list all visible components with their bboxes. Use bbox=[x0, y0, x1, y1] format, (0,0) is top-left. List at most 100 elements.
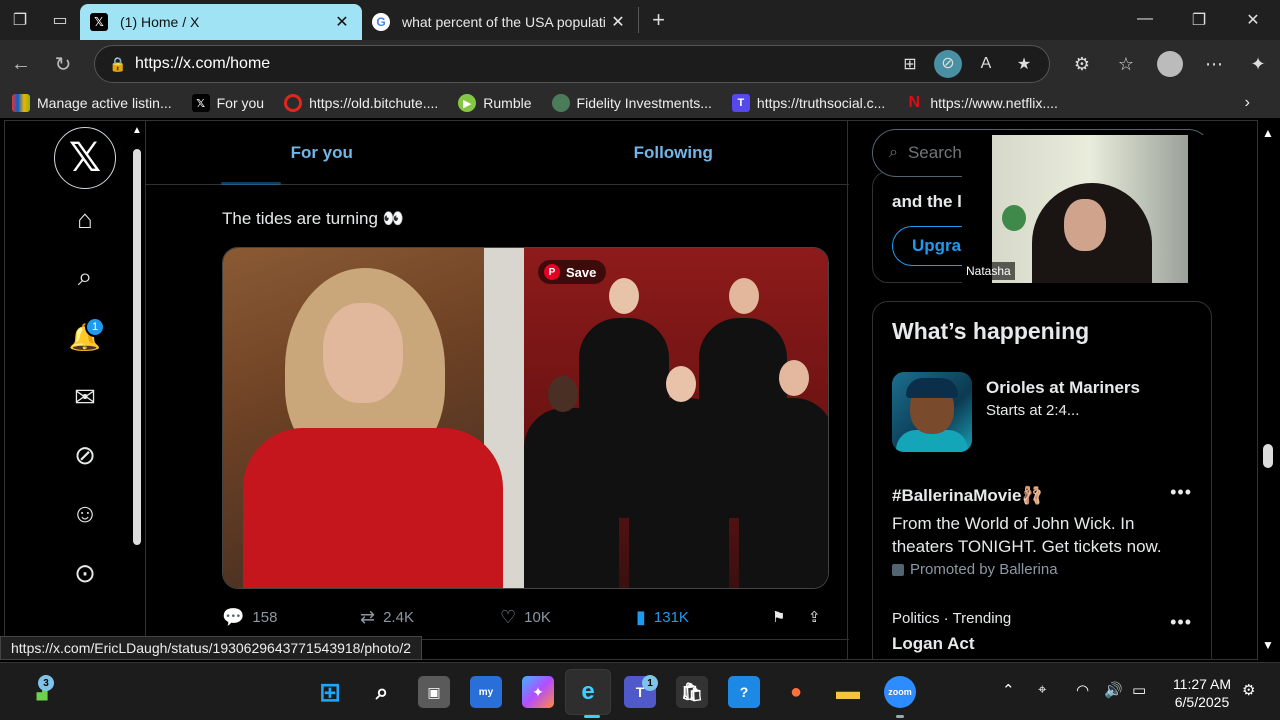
apps-icon[interactable]: ⊞ bbox=[891, 54, 929, 74]
extensions-icon[interactable]: ⚙ bbox=[1060, 54, 1104, 75]
close-tab-icon[interactable]: ✕ bbox=[332, 12, 352, 32]
tab-for-you[interactable]: For you bbox=[146, 121, 498, 185]
reply-button[interactable]: 💬 158 bbox=[222, 607, 360, 628]
bookmark-icon[interactable]: ⚑ bbox=[772, 608, 808, 626]
left-scrollbar[interactable]: ▲ bbox=[131, 121, 143, 659]
windows-taskbar: ▟ 3 ⊞ ⌕ ▣ my ✦ e T 1 🛍 ? ● ▬ zoom ⌃ ⌖ ◠ … bbox=[0, 662, 1280, 720]
scroll-thumb[interactable] bbox=[1263, 444, 1273, 468]
bookmark-label: Rumble bbox=[483, 95, 532, 111]
tab-x-home[interactable]: 𝕏 (1) Home / X ✕ bbox=[80, 4, 362, 40]
trend-subtitle: Starts at 2:4... bbox=[986, 402, 1080, 419]
like-button[interactable]: ♡ 10K bbox=[500, 607, 636, 628]
bookmark-item[interactable]: ▶ Rumble bbox=[458, 94, 532, 112]
photo-supreme-court-justices[interactable]: P Save bbox=[524, 248, 828, 588]
view-count: 131K bbox=[653, 608, 689, 626]
tab-indicator bbox=[221, 182, 281, 185]
bookmark-label: For you bbox=[216, 95, 265, 111]
bookmark-label: https://www.netflix.... bbox=[930, 95, 1058, 111]
scroll-up-arrow-icon[interactable]: ▲ bbox=[1262, 126, 1274, 140]
file-explorer-icon[interactable]: ▬ bbox=[832, 676, 864, 708]
edge-browser-icon[interactable]: e bbox=[572, 676, 604, 708]
more-options-icon[interactable]: ••• bbox=[1170, 482, 1192, 503]
search-icon[interactable]: ⌕ bbox=[366, 676, 398, 708]
battery-icon[interactable]: ▭ bbox=[1132, 681, 1146, 699]
chevron-right-icon[interactable]: › bbox=[1245, 94, 1250, 112]
close-window-icon[interactable]: ✕ bbox=[1226, 10, 1280, 30]
promo-text: From the World of John Wick. In theaters… bbox=[892, 514, 1162, 556]
bookmark-item[interactable]: T https://truthsocial.c... bbox=[731, 94, 885, 112]
favorite-star-icon[interactable]: ★ bbox=[1005, 54, 1043, 74]
wifi-icon[interactable]: ◠ bbox=[1076, 681, 1089, 699]
trend-title[interactable]: Orioles at Mariners bbox=[986, 378, 1140, 398]
clock-time: 11:27 AM bbox=[1172, 676, 1232, 692]
x-icon: 𝕏 bbox=[191, 94, 210, 112]
notifications-bell-icon[interactable]: 🔔 1 bbox=[55, 317, 115, 357]
read-aloud-icon[interactable]: A bbox=[967, 55, 1005, 73]
fidelity-icon bbox=[551, 94, 570, 112]
x-logo-icon[interactable]: 𝕏 bbox=[54, 127, 116, 189]
bookmark-item[interactable]: N https://www.netflix.... bbox=[905, 94, 1058, 112]
pinterest-save-button[interactable]: P Save bbox=[538, 260, 607, 284]
bookmark-item[interactable]: https://old.bitchute.... bbox=[284, 94, 438, 112]
myapp-icon[interactable]: my bbox=[470, 676, 502, 708]
scroll-down-arrow-icon[interactable]: ▼ bbox=[1262, 638, 1274, 652]
tracking-prevention-icon[interactable]: ⊘ bbox=[934, 50, 962, 78]
screen: ❐ ▭ 𝕏 (1) Home / X ✕ G what percent of t… bbox=[0, 0, 1280, 720]
close-tab-icon[interactable]: ✕ bbox=[608, 12, 628, 32]
notification-badge: 1 bbox=[85, 317, 105, 337]
save-label: Save bbox=[566, 264, 597, 280]
volume-icon[interactable]: 🔊 bbox=[1104, 681, 1123, 699]
help-icon[interactable]: ? bbox=[728, 676, 760, 708]
window-controls: — ❐ ✕ bbox=[1118, 10, 1280, 30]
trend-title[interactable]: #BallerinaMovie🩰 bbox=[892, 486, 1043, 506]
task-view-icon[interactable]: ▣ bbox=[418, 676, 450, 708]
views-button[interactable]: ▮ 131K bbox=[636, 607, 772, 628]
share-icon[interactable]: ⇪ bbox=[808, 608, 832, 626]
scroll-thumb[interactable] bbox=[133, 149, 141, 545]
restore-icon[interactable]: ❐ bbox=[1172, 10, 1226, 30]
tweet-media[interactable]: P Save bbox=[222, 247, 829, 589]
bookmark-item[interactable]: 𝕏 For you bbox=[191, 94, 265, 112]
favorites-icon[interactable]: ☆ bbox=[1104, 54, 1148, 75]
messages-envelope-icon[interactable]: ✉ bbox=[55, 377, 115, 417]
bookmark-item[interactable]: Fidelity Investments... bbox=[551, 94, 712, 112]
more-menu-icon[interactable]: ⋯ bbox=[1192, 54, 1236, 75]
more-options-icon[interactable]: ••• bbox=[1170, 612, 1192, 633]
bookmark-item[interactable]: Manage active listin... bbox=[12, 94, 172, 112]
new-tab-button[interactable]: + bbox=[638, 7, 678, 33]
copilot-icon[interactable]: ✦ bbox=[522, 676, 554, 708]
scroll-up-arrow-icon[interactable]: ▲ bbox=[132, 125, 142, 136]
notification-center-icon[interactable]: ⚙ bbox=[1242, 681, 1255, 699]
tab-actions-icon[interactable]: ▭ bbox=[40, 0, 80, 40]
grok-icon[interactable]: ⊘ bbox=[55, 435, 115, 475]
firefox-icon[interactable]: ● bbox=[780, 676, 812, 708]
repost-icon: ⇄ bbox=[360, 606, 376, 627]
minimize-icon[interactable]: — bbox=[1118, 10, 1172, 30]
start-windows-icon[interactable]: ⊞ bbox=[314, 676, 346, 708]
photo-woman-red-jacket[interactable] bbox=[223, 248, 524, 588]
zoom-icon[interactable]: zoom bbox=[884, 676, 916, 708]
store-icon[interactable]: 🛍 bbox=[676, 676, 708, 708]
trend-thumbnail[interactable] bbox=[892, 372, 972, 452]
home-icon[interactable]: ⌂ bbox=[55, 199, 115, 239]
page-scrollbar[interactable]: ▲ ▼ bbox=[1260, 120, 1276, 660]
refresh-icon[interactable]: ↻ bbox=[42, 52, 84, 77]
tab-google-search[interactable]: G what percent of the USA populati ✕ bbox=[362, 4, 638, 40]
repost-button[interactable]: ⇄ 2.4K bbox=[360, 607, 500, 628]
copilot-icon[interactable]: ✦ bbox=[1236, 54, 1280, 75]
search-icon[interactable]: ⌕ bbox=[55, 257, 115, 297]
location-icon[interactable]: ⌖ bbox=[1038, 681, 1046, 698]
tab-following[interactable]: Following bbox=[498, 121, 850, 184]
profile-person-icon[interactable]: ☺ bbox=[55, 493, 115, 533]
back-icon[interactable]: ← bbox=[0, 53, 42, 76]
browser-tools: ⚙ ☆ ⋯ ✦ bbox=[1060, 40, 1280, 88]
profile-avatar[interactable] bbox=[1157, 51, 1183, 77]
trend-title[interactable]: Logan Act bbox=[892, 634, 974, 654]
chevron-up-icon[interactable]: ⌃ bbox=[1002, 681, 1015, 699]
url-text: https://x.com/home bbox=[135, 55, 271, 72]
url-field[interactable]: 🔒 https://x.com/home ⊞ ⊘ A ★ bbox=[94, 45, 1050, 83]
clock[interactable]: 11:27 AM 6/5/2025 bbox=[1166, 675, 1238, 711]
tweet-actions: 💬 158 ⇄ 2.4K ♡ 10K ▮ 131K ⚑ ⇪ bbox=[222, 603, 832, 631]
more-circle-icon[interactable]: ⊙ bbox=[55, 553, 115, 593]
workspaces-icon[interactable]: ❐ bbox=[0, 0, 40, 40]
